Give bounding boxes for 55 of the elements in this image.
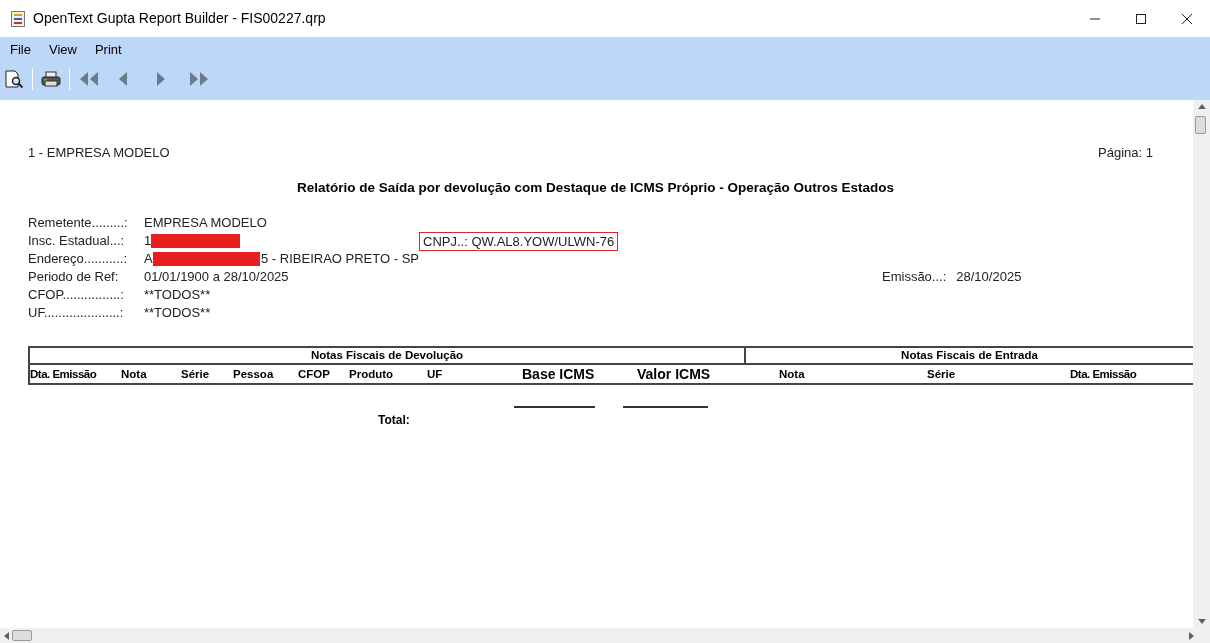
column-header: Série — [181, 367, 210, 380]
vertical-scrollbar[interactable] — [1193, 100, 1210, 628]
menu-item[interactable]: Print — [94, 40, 122, 60]
field-label: Endereço...........: — [28, 250, 128, 269]
report-title: Relatório de Saída por devolução com Destaque de ICMS Próprio - Operação Outros Estados — [296, 179, 895, 197]
field-label: CFOP................: — [28, 286, 125, 305]
maximize-icon[interactable] — [1136, 13, 1146, 24]
last-page-icon[interactable] — [188, 72, 210, 86]
scroll-right-icon[interactable] — [1189, 631, 1194, 640]
column-header: Produto — [349, 367, 394, 380]
scroll-thumb[interactable] — [1195, 116, 1206, 134]
field-label: Remetente.........: — [28, 214, 129, 233]
window-title: OpenText Gupta Report Builder - FIS00227.qrp — [33, 9, 326, 28]
company-name: 1 - EMPRESA MODELO — [28, 144, 170, 163]
field-value: 1 — [144, 232, 152, 251]
horizontal-scrollbar[interactable] — [0, 628, 1210, 643]
total-label: Total: — [378, 412, 410, 430]
field-label: Insc. Estadual...: — [28, 232, 126, 251]
page-number: Página: 1 — [1098, 144, 1153, 163]
scroll-thumb[interactable] — [12, 630, 32, 641]
menu-item[interactable]: File — [10, 40, 31, 60]
group-header: Notas Fiscais de Entrada — [900, 348, 1039, 364]
field-value: EMPRESA MODELO — [144, 214, 267, 233]
printer-icon[interactable] — [41, 70, 61, 88]
previous-page-icon[interactable] — [118, 72, 128, 86]
field-label: UF.....................: — [28, 304, 125, 323]
column-header: Pessoa — [233, 367, 274, 380]
scroll-down-icon[interactable] — [1197, 619, 1206, 624]
column-header: Nota — [121, 367, 147, 380]
scroll-up-icon[interactable] — [1197, 104, 1206, 109]
app-icon — [11, 10, 25, 27]
first-page-icon[interactable] — [78, 72, 100, 86]
field-value: A — [144, 250, 153, 269]
column-header: Série — [927, 367, 956, 380]
column-header: Valor ICMS — [637, 365, 711, 382]
cnpj-text: CNPJ..: QW.AL8.YOW/ULWN-76 — [419, 231, 619, 251]
next-page-icon[interactable] — [156, 72, 166, 86]
menu-item[interactable]: View — [48, 40, 77, 60]
column-header: Nota — [779, 367, 805, 380]
column-header: Base ICMS — [522, 365, 595, 382]
scroll-left-icon[interactable] — [4, 631, 9, 640]
close-icon[interactable] — [1182, 13, 1192, 24]
column-header: UF — [427, 367, 443, 380]
field-label: Emissão...: — [882, 268, 947, 287]
column-header: Dta. Emissão — [1070, 367, 1137, 380]
field-value: 5 - RIBEIRAO PRETO - SP — [261, 250, 419, 269]
field-value: 01/01/1900 a 28/10/2025 — [144, 268, 289, 287]
column-header: Dta. Emissão — [30, 367, 97, 380]
print-preview-icon[interactable] — [5, 70, 24, 88]
group-header: Notas Fiscais de Devolução — [30, 348, 746, 364]
field-value: **TODOS** — [144, 304, 211, 323]
field-value: 28/10/2025 — [956, 268, 1022, 287]
column-header: CFOP — [298, 367, 330, 380]
field-label: Periodo de Ref: — [28, 268, 120, 287]
field-value: **TODOS** — [144, 286, 211, 305]
